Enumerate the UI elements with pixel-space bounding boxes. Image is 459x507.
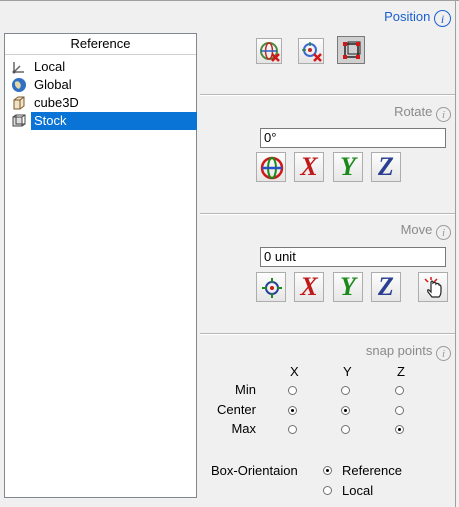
stock-box-icon	[11, 113, 27, 129]
reference-item-global[interactable]: Global	[9, 76, 194, 94]
move-header: Move i	[401, 222, 451, 240]
separator	[200, 94, 455, 96]
box-snap-button[interactable]	[337, 36, 365, 64]
snap-row-max: Max	[231, 421, 256, 436]
snap-center-y-radio[interactable]	[341, 406, 350, 415]
move-target-button[interactable]	[256, 272, 286, 302]
snap-max-y-radio[interactable]	[341, 425, 350, 434]
target-remove-icon	[302, 42, 322, 62]
rotate-header: Rotate i	[394, 104, 451, 122]
info-icon[interactable]: i	[436, 107, 451, 122]
rotate-z-button[interactable]: Z	[371, 152, 401, 182]
rotate-x-button[interactable]: X	[294, 152, 324, 182]
position-header: Position i	[384, 9, 451, 27]
reference-header: Reference	[5, 34, 196, 55]
move-pick-button[interactable]	[418, 272, 448, 302]
right-border	[455, 0, 456, 507]
snap-column-y: Y	[343, 364, 352, 379]
local-axes-icon	[11, 59, 27, 75]
separator	[200, 213, 455, 215]
rotate-value-input[interactable]: 0°	[260, 128, 446, 148]
snap-column-x: X	[290, 364, 299, 379]
globe-icon	[11, 77, 27, 93]
snap-row-center: Center	[216, 402, 256, 417]
target-icon	[262, 278, 282, 298]
move-y-button[interactable]: Y	[333, 272, 363, 302]
snap-center-z-radio[interactable]	[395, 406, 404, 415]
move-title: Move	[400, 222, 433, 237]
snap-header: snap points i	[366, 343, 451, 361]
reference-item-local[interactable]: Local	[9, 58, 194, 76]
reference-list[interactable]: Reference Local Global cube3D Stock	[4, 33, 197, 498]
snap-title: snap points	[365, 343, 433, 358]
rotate-title: Rotate	[394, 104, 433, 119]
move-x-button[interactable]: X	[294, 272, 324, 302]
snap-max-x-radio[interactable]	[288, 425, 297, 434]
hand-pointer-icon	[424, 277, 442, 298]
reference-item-label: Local	[34, 59, 66, 74]
box-snap-icon	[343, 41, 361, 59]
position-title: Position	[384, 9, 431, 24]
globe-remove-icon	[260, 42, 280, 62]
box-orientation-local-label[interactable]: Local	[342, 483, 373, 498]
snap-max-z-radio[interactable]	[395, 425, 404, 434]
reference-item-label: Global	[34, 77, 72, 92]
snap-min-y-radio[interactable]	[341, 386, 350, 395]
info-icon[interactable]: i	[436, 225, 451, 240]
cube-icon	[11, 95, 27, 111]
globe-remove-button[interactable]	[256, 38, 282, 64]
target-remove-button[interactable]	[298, 38, 324, 64]
snap-row-min: Min	[235, 382, 256, 397]
globe-rotate-icon	[260, 156, 284, 180]
info-icon[interactable]: i	[436, 346, 451, 361]
reference-item-cube3d[interactable]: cube3D	[9, 94, 194, 112]
snap-min-z-radio[interactable]	[395, 386, 404, 395]
box-orientation-reference-label[interactable]: Reference	[342, 463, 402, 478]
box-orientation-local-radio[interactable]	[323, 486, 332, 495]
reference-item-stock[interactable]: Stock	[9, 112, 197, 130]
move-z-button[interactable]: Z	[371, 272, 401, 302]
box-orientation-label: Box-Orientaion	[211, 463, 298, 478]
reference-item-label: cube3D	[34, 95, 79, 110]
rotate-y-button[interactable]: Y	[333, 152, 363, 182]
separator	[200, 333, 455, 335]
snap-min-x-radio[interactable]	[288, 386, 297, 395]
top-border	[0, 0, 459, 4]
reference-item-label: Stock	[31, 112, 197, 130]
info-icon[interactable]: i	[434, 10, 451, 27]
rotate-globe-button[interactable]	[256, 152, 286, 182]
box-orientation-reference-radio[interactable]	[323, 466, 332, 475]
move-value-input[interactable]: 0 unit	[260, 247, 446, 267]
snap-column-z: Z	[397, 364, 405, 379]
snap-center-x-radio[interactable]	[288, 406, 297, 415]
